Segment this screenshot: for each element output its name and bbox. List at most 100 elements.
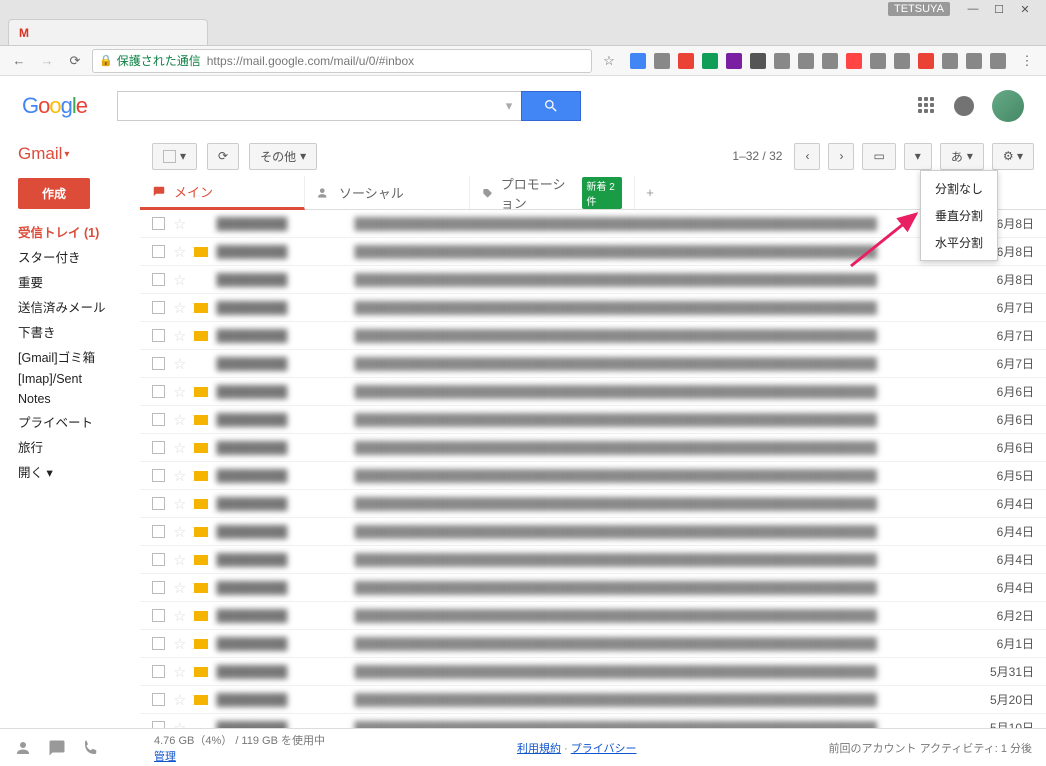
extension-icon[interactable] bbox=[990, 53, 1006, 69]
extension-icon[interactable] bbox=[702, 53, 718, 69]
menu-button[interactable]: ⋮ bbox=[1016, 50, 1038, 72]
row-checkbox[interactable] bbox=[152, 553, 165, 566]
nav-item[interactable]: 重要 bbox=[18, 269, 140, 294]
mail-row[interactable]: ☆ ████████ █████████████████████████████… bbox=[140, 294, 1046, 322]
star-icon[interactable]: ☆ bbox=[173, 327, 186, 345]
mail-row[interactable]: ☆ ████████ █████████████████████████████… bbox=[140, 434, 1046, 462]
extension-icon[interactable] bbox=[918, 53, 934, 69]
refresh-button[interactable]: ⟳ bbox=[207, 143, 239, 170]
mail-row[interactable]: ☆ ████████ █████████████████████████████… bbox=[140, 350, 1046, 378]
maximize-button[interactable]: ☐ bbox=[986, 3, 1012, 16]
extension-icon[interactable] bbox=[678, 53, 694, 69]
mail-row[interactable]: ☆ ████████ █████████████████████████████… bbox=[140, 602, 1046, 630]
row-checkbox[interactable] bbox=[152, 693, 165, 706]
search-dropdown[interactable]: ▾ bbox=[497, 91, 521, 121]
forward-button[interactable]: → bbox=[36, 50, 58, 72]
search-input[interactable] bbox=[117, 91, 497, 121]
browser-tab[interactable]: M bbox=[8, 19, 208, 45]
star-icon[interactable]: ☆ bbox=[173, 495, 186, 513]
terms-link[interactable]: 利用規約 bbox=[517, 743, 561, 755]
star-icon[interactable]: ☆ bbox=[173, 215, 186, 233]
search-button[interactable] bbox=[521, 91, 581, 121]
star-icon[interactable]: ☆ bbox=[173, 243, 186, 261]
mail-row[interactable]: ☆ ████████ █████████████████████████████… bbox=[140, 462, 1046, 490]
more-button[interactable]: その他 ▾ bbox=[249, 143, 317, 170]
extension-icon[interactable] bbox=[942, 53, 958, 69]
select-all[interactable]: ▾ bbox=[152, 143, 197, 170]
star-icon[interactable]: ☆ bbox=[173, 523, 186, 541]
settings-button[interactable]: ⚙ ▾ bbox=[992, 143, 1034, 170]
person-icon[interactable] bbox=[14, 739, 32, 757]
row-checkbox[interactable] bbox=[152, 385, 165, 398]
row-checkbox[interactable] bbox=[152, 329, 165, 342]
view-toggle[interactable]: ▭ bbox=[862, 143, 895, 170]
row-checkbox[interactable] bbox=[152, 273, 165, 286]
split-toggle[interactable]: ▾ bbox=[904, 143, 932, 170]
tab-social[interactable]: ソーシャル bbox=[305, 176, 470, 209]
add-tab[interactable]: + bbox=[635, 176, 665, 209]
minimize-button[interactable]: — bbox=[960, 3, 986, 15]
nav-item[interactable]: スター付き bbox=[18, 244, 140, 269]
chat-icon[interactable] bbox=[48, 739, 66, 757]
row-checkbox[interactable] bbox=[152, 413, 165, 426]
row-checkbox[interactable] bbox=[152, 581, 165, 594]
row-checkbox[interactable] bbox=[152, 301, 165, 314]
close-button[interactable]: ✕ bbox=[1012, 3, 1038, 16]
star-icon[interactable]: ☆ bbox=[173, 355, 186, 373]
mail-row[interactable]: ☆ ████████ █████████████████████████████… bbox=[140, 238, 1046, 266]
gmail-brand[interactable]: Gmail▾ bbox=[18, 144, 140, 164]
mail-row[interactable]: ☆ ████████ █████████████████████████████… bbox=[140, 546, 1046, 574]
tab-promotions[interactable]: プロモーション 新着 2 件 bbox=[470, 176, 635, 209]
manage-link[interactable]: 管理 bbox=[154, 751, 176, 763]
input-lang[interactable]: あ ▾ bbox=[940, 143, 984, 170]
nav-item[interactable]: [Imap]/Sent bbox=[18, 369, 140, 389]
extension-icon[interactable] bbox=[750, 53, 766, 69]
extension-icon[interactable] bbox=[774, 53, 790, 69]
split-none[interactable]: 分割なし bbox=[921, 175, 997, 202]
tab-primary[interactable]: メイン bbox=[140, 176, 305, 210]
mail-row[interactable]: ☆ ████████ █████████████████████████████… bbox=[140, 686, 1046, 714]
prev-page[interactable]: ‹ bbox=[794, 143, 820, 170]
row-checkbox[interactable] bbox=[152, 441, 165, 454]
mail-row[interactable]: ☆ ████████ █████████████████████████████… bbox=[140, 658, 1046, 686]
back-button[interactable]: ← bbox=[8, 50, 30, 72]
row-checkbox[interactable] bbox=[152, 357, 165, 370]
row-checkbox[interactable] bbox=[152, 497, 165, 510]
nav-item[interactable]: 受信トレイ (1) bbox=[18, 219, 140, 244]
star-icon[interactable]: ☆ bbox=[173, 607, 186, 625]
compose-button[interactable]: 作成 bbox=[18, 178, 90, 209]
nav-item[interactable]: Notes bbox=[18, 389, 140, 409]
star-icon[interactable]: ☆ bbox=[173, 579, 186, 597]
mail-row[interactable]: ☆ ████████ █████████████████████████████… bbox=[140, 378, 1046, 406]
mail-row[interactable]: ☆ ████████ █████████████████████████████… bbox=[140, 630, 1046, 658]
star-icon[interactable]: ☆ bbox=[173, 635, 186, 653]
star-icon[interactable]: ☆ bbox=[173, 411, 186, 429]
row-checkbox[interactable] bbox=[152, 665, 165, 678]
mail-row[interactable]: ☆ ████████ █████████████████████████████… bbox=[140, 574, 1046, 602]
mail-row[interactable]: ☆ ████████ █████████████████████████████… bbox=[140, 210, 1046, 238]
notifications-icon[interactable] bbox=[954, 96, 974, 116]
url-input[interactable]: 🔒 保護された通信 https://mail.google.com/mail/u… bbox=[92, 49, 592, 73]
next-page[interactable]: › bbox=[828, 143, 854, 170]
privacy-link[interactable]: プライバシー bbox=[571, 743, 637, 755]
mail-row[interactable]: ☆ ████████ █████████████████████████████… bbox=[140, 490, 1046, 518]
nav-item[interactable]: プライベート bbox=[18, 409, 140, 434]
reload-button[interactable]: ⟳ bbox=[64, 50, 86, 72]
nav-item[interactable]: 旅行 bbox=[18, 434, 140, 459]
star-icon[interactable]: ☆ bbox=[173, 467, 186, 485]
mail-row[interactable]: ☆ ████████ █████████████████████████████… bbox=[140, 518, 1046, 546]
nav-item[interactable]: 下書き bbox=[18, 319, 140, 344]
star-icon[interactable]: ☆ bbox=[173, 383, 186, 401]
nav-item[interactable]: 送信済みメール bbox=[18, 294, 140, 319]
split-horizontal[interactable]: 水平分割 bbox=[921, 229, 997, 256]
star-icon[interactable]: ☆ bbox=[173, 691, 186, 709]
extension-icon[interactable] bbox=[966, 53, 982, 69]
extension-icon[interactable] bbox=[894, 53, 910, 69]
phone-icon[interactable] bbox=[82, 739, 100, 757]
row-checkbox[interactable] bbox=[152, 525, 165, 538]
extension-icon[interactable] bbox=[726, 53, 742, 69]
mail-row[interactable]: ☆ ████████ █████████████████████████████… bbox=[140, 406, 1046, 434]
row-checkbox[interactable] bbox=[152, 245, 165, 258]
star-icon[interactable]: ☆ bbox=[173, 299, 186, 317]
extension-icon[interactable] bbox=[798, 53, 814, 69]
